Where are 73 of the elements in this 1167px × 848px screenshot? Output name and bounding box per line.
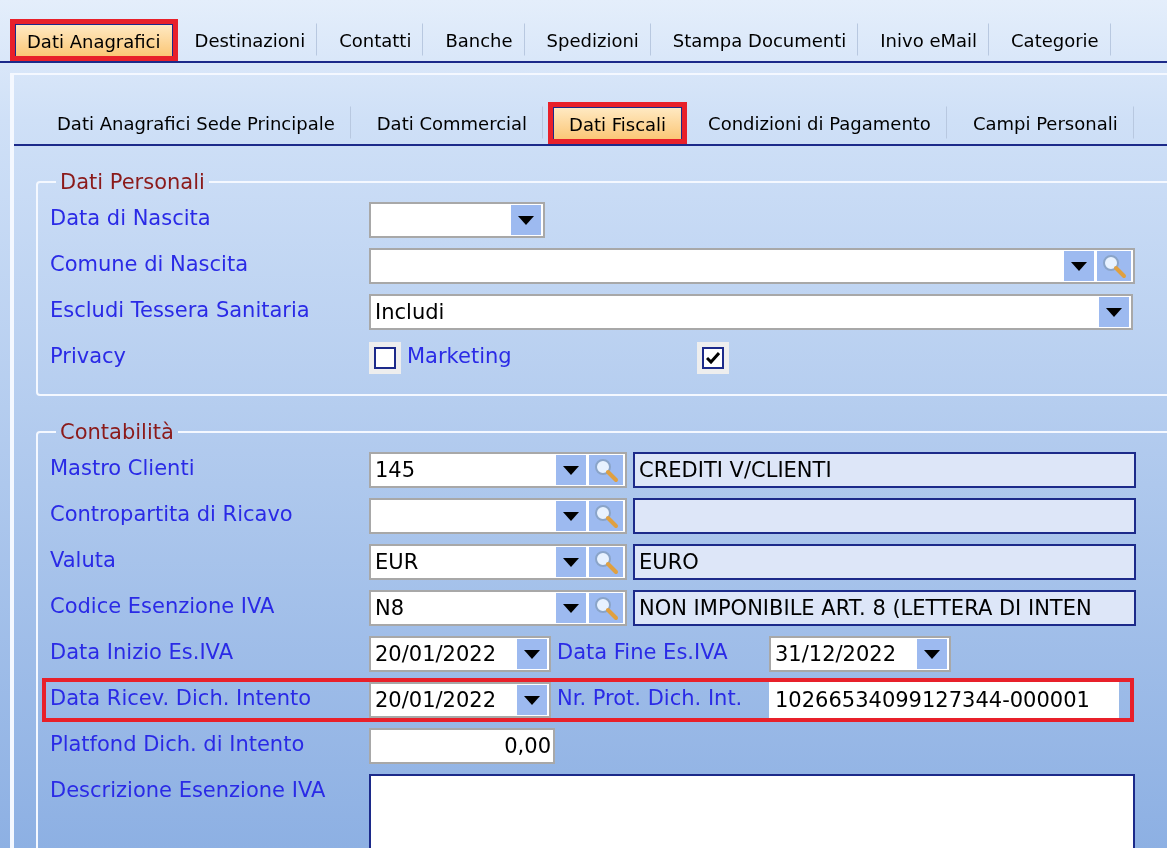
description-field: NON IMPONIBILE ART. 8 (LETTERA DI INTEN — [633, 590, 1136, 626]
field-label: Data di Nascita — [50, 205, 212, 230]
dropdown-button[interactable] — [556, 593, 586, 623]
caret-icon — [563, 465, 579, 475]
tab[interactable]: Dati Fiscali — [553, 107, 683, 139]
caret-icon — [524, 649, 540, 659]
description-field: EURO — [633, 544, 1136, 580]
field-label: Data Fine Es.IVA — [556, 639, 729, 664]
caret-icon — [1106, 307, 1122, 317]
field-label: Data Ricev. Dich. Intento — [50, 685, 313, 710]
tab[interactable]: Dati Anagrafici — [15, 24, 173, 56]
check-icon — [706, 352, 720, 364]
tab[interactable]: Banche — [433, 23, 525, 56]
date-field[interactable]: 31/12/2022 — [769, 636, 951, 672]
caret-icon — [518, 215, 534, 225]
search-icon — [593, 549, 619, 575]
caret-icon — [924, 649, 940, 659]
group-title: Contabilità — [59, 420, 175, 444]
date-field[interactable] — [369, 202, 545, 238]
amount-field[interactable]: 0,00 — [369, 728, 555, 764]
field-label: Platfond Dich. di Intento — [50, 731, 306, 756]
code-field[interactable] — [369, 498, 627, 534]
field-label: Descrizione Esenzione IVA — [50, 777, 327, 802]
field-label: Codice Esenzione IVA — [50, 593, 276, 618]
tab[interactable]: Categorie — [999, 23, 1111, 56]
tab[interactable]: Spedizioni — [534, 23, 651, 56]
dropdown-button[interactable] — [517, 685, 547, 715]
search-icon — [593, 595, 619, 621]
date-field[interactable]: 20/01/2022 — [369, 682, 551, 718]
text-field[interactable]: 10266534099127344-000001 — [769, 682, 1119, 718]
search-icon — [593, 457, 619, 483]
caret-icon — [1071, 261, 1087, 271]
description-field: CREDITI V/CLIENTI — [633, 452, 1136, 488]
code-field[interactable]: N8 — [369, 590, 627, 626]
search-icon — [593, 503, 619, 529]
field-label: Comune di Nascita — [50, 251, 250, 276]
search-icon — [1101, 253, 1127, 279]
checkbox[interactable] — [702, 347, 724, 369]
dropdown-button[interactable] — [556, 501, 586, 531]
dropdown-button[interactable] — [556, 547, 586, 577]
dropdown-button[interactable] — [1099, 297, 1129, 327]
caret-icon — [563, 603, 579, 613]
group-title: Dati Personali — [59, 170, 206, 194]
dropdown-button[interactable] — [556, 455, 586, 485]
tab[interactable]: Destinazioni — [182, 23, 318, 56]
date-field[interactable]: 20/01/2022 — [369, 636, 551, 672]
checkbox[interactable] — [374, 347, 396, 369]
field-label: Valuta — [50, 547, 117, 572]
tab[interactable]: Dati Anagrafici Sede Principale — [41, 106, 351, 139]
field-label: Mastro Clienti — [50, 455, 196, 480]
caret-icon — [563, 557, 579, 567]
caret-icon — [524, 695, 540, 705]
tab[interactable]: Inivo eMail — [868, 23, 990, 56]
tab[interactable]: Campi Personali — [956, 106, 1134, 139]
caret-icon — [563, 511, 579, 521]
combo-field[interactable]: Includi — [369, 294, 1133, 330]
dropdown-button[interactable] — [517, 639, 547, 669]
field-label: Marketing — [406, 343, 513, 368]
tab[interactable]: Contatti — [327, 23, 424, 56]
tab[interactable]: Condizioni di Pagamento — [692, 106, 947, 139]
combo-field[interactable] — [369, 248, 1135, 284]
tab[interactable]: Dati Commercial — [360, 106, 544, 139]
tab[interactable]: Stampa Documenti — [660, 23, 859, 56]
field-label: Privacy — [50, 343, 128, 368]
dropdown-button[interactable] — [917, 639, 947, 669]
field-label: Nr. Prot. Dich. Int. — [556, 685, 744, 710]
field-label: Contropartita di Ricavo — [50, 501, 294, 526]
dropdown-button[interactable] — [1064, 251, 1094, 281]
code-field[interactable]: EUR — [369, 544, 627, 580]
field-label: Data Inizio Es.IVA — [50, 639, 234, 664]
code-field[interactable]: 145 — [369, 452, 627, 488]
dropdown-button[interactable] — [511, 205, 541, 235]
field-label: Escludi Tessera Sanitaria — [50, 297, 311, 322]
